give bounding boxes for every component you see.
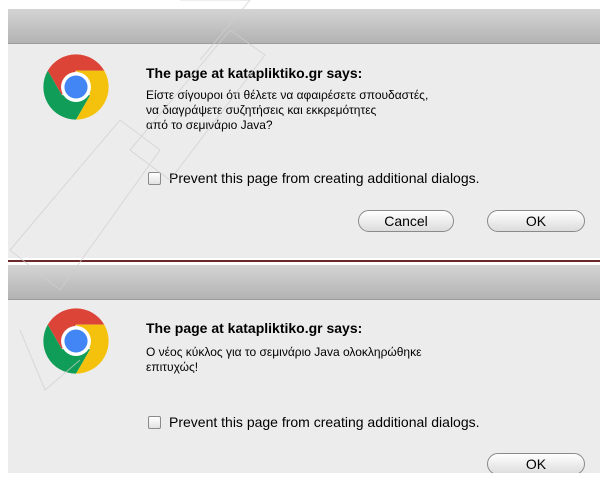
prevent-dialogs-row[interactable]: Prevent this page from creating addition… xyxy=(148,414,480,430)
divider-line xyxy=(8,260,600,262)
dialog-titlebar xyxy=(8,9,600,44)
ok-button[interactable]: OK xyxy=(487,210,585,232)
cancel-button[interactable]: Cancel xyxy=(358,210,454,232)
chrome-icon xyxy=(43,308,109,374)
dialog-titlebar xyxy=(8,265,600,300)
confirm-dialog: The page at katapliktiko.gr says: Είστε … xyxy=(8,9,600,258)
alert-dialog: The page at katapliktiko.gr says: Ο νέος… xyxy=(8,265,600,473)
ok-button[interactable]: OK xyxy=(487,453,585,473)
prevent-dialogs-checkbox[interactable] xyxy=(148,415,161,429)
prevent-dialogs-label[interactable]: Prevent this page from creating addition… xyxy=(169,414,480,430)
prevent-dialogs-label[interactable]: Prevent this page from creating addition… xyxy=(169,170,480,186)
prevent-dialogs-checkbox[interactable] xyxy=(148,171,161,185)
chrome-icon xyxy=(43,54,109,120)
dialog-message: Ο νέος κύκλος για το σεμινάριο Java ολοκ… xyxy=(146,345,422,374)
dialog-title: The page at katapliktiko.gr says: xyxy=(146,320,363,336)
dialog-title: The page at katapliktiko.gr says: xyxy=(146,65,363,81)
prevent-dialogs-row[interactable]: Prevent this page from creating addition… xyxy=(148,170,480,186)
dialog-message: Είστε σίγουροι ότι θέλετε να αφαιρέσετε … xyxy=(146,88,429,132)
